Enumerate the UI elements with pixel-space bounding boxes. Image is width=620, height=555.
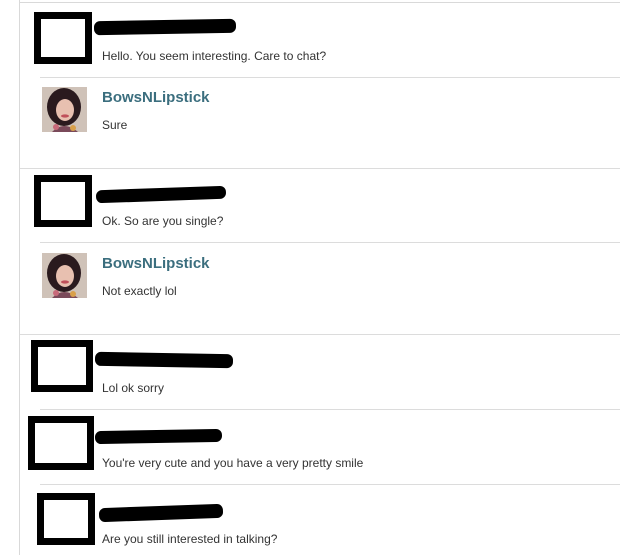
message-text: Not exactly lol bbox=[102, 284, 177, 298]
panel-top-border bbox=[19, 2, 620, 3]
username-link[interactable]: BowsNLipstick bbox=[102, 89, 210, 106]
message-divider bbox=[20, 334, 620, 335]
redacted-username bbox=[94, 428, 223, 445]
message-divider bbox=[40, 77, 620, 78]
message-text: Ok. So are you single? bbox=[102, 214, 224, 228]
redacted-username bbox=[95, 185, 227, 204]
message-text: Sure bbox=[102, 118, 128, 132]
redacted-username bbox=[93, 18, 237, 36]
redacted-avatar bbox=[37, 493, 95, 545]
message-divider bbox=[40, 484, 620, 485]
user-avatar[interactable] bbox=[42, 253, 87, 298]
message-text: You're very cute and you have a very pre… bbox=[102, 456, 364, 470]
redacted-avatar bbox=[31, 340, 93, 392]
redacted-username bbox=[98, 503, 224, 523]
user-avatar[interactable] bbox=[42, 87, 87, 132]
redacted-username bbox=[94, 351, 234, 369]
redacted-avatar bbox=[28, 416, 94, 470]
message-divider bbox=[20, 168, 620, 169]
redacted-avatar bbox=[34, 175, 92, 227]
panel-left-border bbox=[19, 0, 20, 555]
message-divider bbox=[40, 409, 620, 410]
message-text: Hello. You seem interesting. Care to cha… bbox=[102, 49, 327, 63]
message-text: Are you still interested in talking? bbox=[102, 532, 278, 546]
redacted-avatar bbox=[34, 12, 92, 64]
username-link[interactable]: BowsNLipstick bbox=[102, 255, 210, 272]
message-divider bbox=[40, 242, 620, 243]
message-text: Lol ok sorry bbox=[102, 381, 165, 395]
